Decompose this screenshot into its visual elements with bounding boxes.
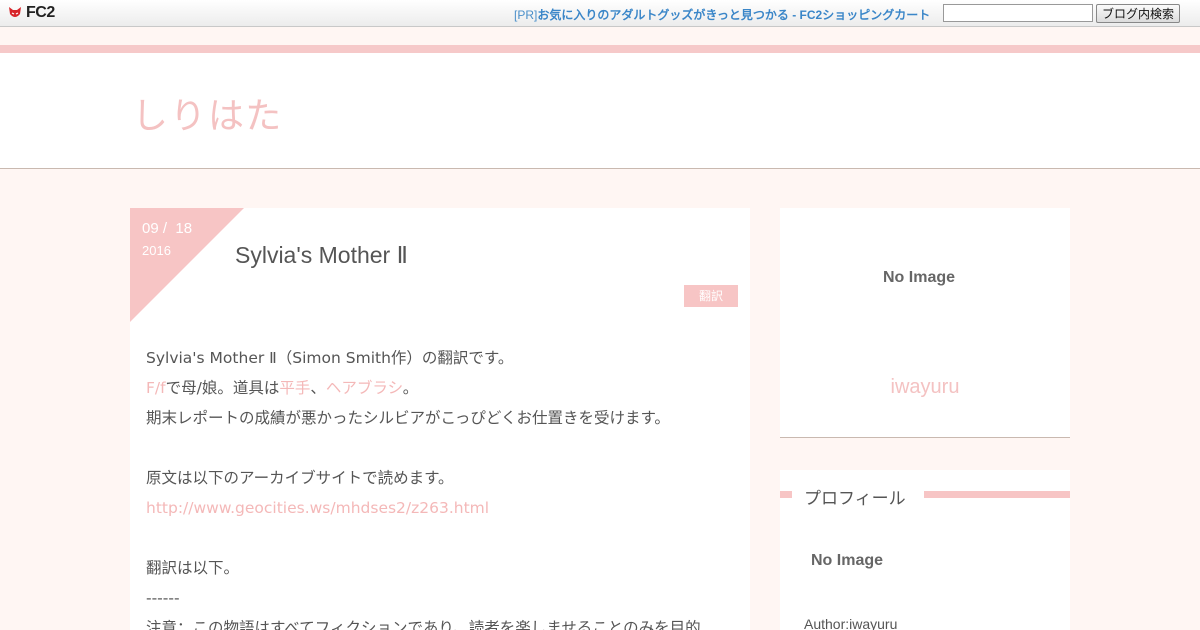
profile-heading: プロフィール: [780, 484, 1070, 509]
body-line: Sylvia's Mother Ⅱ（Simon Smith作）の翻訳です。: [146, 349, 514, 367]
tag-link-hairbrush[interactable]: ヘアブラシ: [326, 379, 403, 397]
blog-entry: 09 / 18 2016 Sylvia's Mother Ⅱ 翻訳 Sylvia…: [130, 208, 750, 630]
entry-date-month: 09 /: [142, 220, 168, 237]
blog-search-input[interactable]: [943, 4, 1093, 22]
entry-body: Sylvia's Mother Ⅱ（Simon Smith作）の翻訳です。 F/…: [146, 343, 736, 630]
no-image-placeholder: No Image: [883, 269, 956, 286]
body-line: 原文は以下のアーカイブサイトで読めます。: [146, 469, 454, 487]
entry-date-year: 2016: [142, 243, 171, 258]
body-line: ------: [146, 589, 180, 607]
site-header: しりはた: [0, 53, 1200, 169]
fc2-fox-icon: [7, 5, 23, 21]
archive-url-link[interactable]: http://www.geocities.ws/mhdses2/z263.htm…: [146, 499, 489, 517]
pr-ad-link[interactable]: お気に入りのアダルトグッズがきっと見つかる - FC2ショッピングカート: [537, 8, 930, 22]
header-accent-line: [0, 45, 1200, 53]
blog-search-button[interactable]: ブログ内検索: [1096, 4, 1180, 23]
site-title[interactable]: しりはた: [132, 87, 283, 139]
body-text: 。: [402, 379, 419, 397]
pr-ad[interactable]: [PR]お気に入りのアダルトグッズがきっと見つかる - FC2ショッピングカート: [514, 6, 930, 23]
heading-accent-right: [924, 491, 1070, 498]
fc2-logo-text: FC2: [26, 4, 55, 21]
body-line: 期末レポートの成績が悪かったシルビアがこっぴどくお仕置きを受けます。: [146, 409, 670, 427]
entry-date-day: 18: [175, 220, 193, 237]
entry-title[interactable]: Sylvia's Mother Ⅱ: [235, 242, 408, 269]
body-blank-line: [146, 433, 736, 463]
tag-link-hirate[interactable]: 平手: [279, 379, 310, 397]
sidebar-author-card: No Image iwayuru: [780, 208, 1070, 438]
profile-no-image: No Image: [811, 552, 884, 569]
body-line: 注意：この物語はすべてフィクションであり、読者を楽しませることのみを目的: [146, 619, 701, 630]
pr-tag: [PR]: [514, 8, 538, 22]
body-text: で母/娘。道具は: [165, 379, 280, 397]
body-blank-line: [146, 523, 736, 553]
body-text: 、: [310, 379, 326, 397]
body-line: 翻訳は以下。: [146, 559, 240, 577]
profile-title: プロフィール: [804, 489, 906, 509]
body-line-tags: F/fで母/娘。道具は平手、ヘアブラシ。: [146, 373, 736, 403]
heading-accent-left: [780, 491, 792, 498]
profile-author: Author:iwayuru: [804, 616, 898, 630]
fc2-logo[interactable]: FC2: [7, 4, 55, 22]
author-name-link[interactable]: iwayuru: [780, 376, 1070, 399]
fc2-top-bar: FC2 [PR]お気に入りのアダルトグッズがきっと見つかる - FC2ショッピン…: [0, 0, 1200, 27]
body-line-link: http://www.geocities.ws/mhdses2/z263.htm…: [146, 493, 736, 523]
tag-link-ff[interactable]: F/f: [146, 379, 166, 397]
category-tag[interactable]: 翻訳: [684, 285, 738, 307]
profile-widget: プロフィール No Image Author:iwayuru: [780, 470, 1070, 630]
entry-date-month-day: 09 / 18: [142, 220, 192, 237]
